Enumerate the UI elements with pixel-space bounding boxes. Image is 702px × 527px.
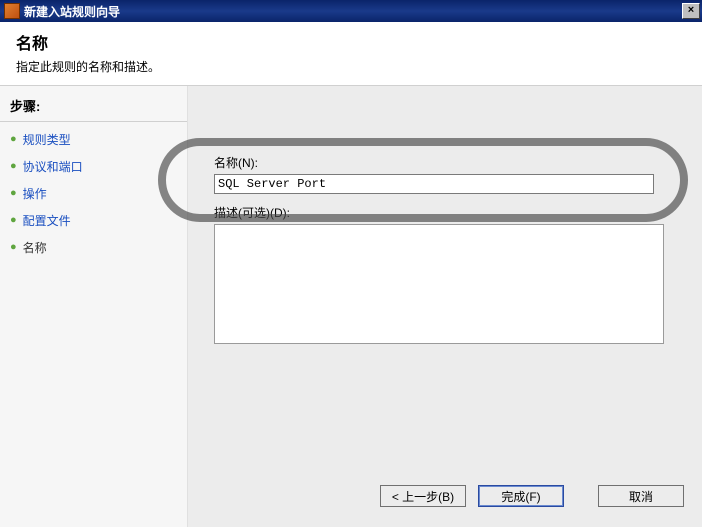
cancel-button[interactable]: 取消 bbox=[598, 485, 684, 507]
step-label: 规则类型 bbox=[23, 131, 71, 148]
sidebar-separator bbox=[0, 121, 187, 122]
step-profile[interactable]: ● 配置文件 bbox=[0, 207, 187, 234]
step-label: 协议和端口 bbox=[23, 158, 83, 175]
main-pane: 名称(N): 描述(可选)(D): < 上一步(B) 完成(F) 取消 bbox=[188, 86, 702, 527]
wizard-body: 步骤: ● 规则类型 ● 协议和端口 ● 操作 ● 配置文件 ● 名称 名称(N… bbox=[0, 86, 702, 527]
steps-heading: 步骤: bbox=[0, 90, 187, 121]
description-input[interactable] bbox=[214, 224, 664, 344]
bullet-icon: ● bbox=[10, 188, 17, 199]
step-rule-type[interactable]: ● 规则类型 bbox=[0, 126, 187, 153]
wizard-header: 名称 指定此规则的名称和描述。 bbox=[0, 22, 702, 86]
page-title: 名称 bbox=[16, 30, 686, 54]
step-name[interactable]: ● 名称 bbox=[0, 234, 187, 261]
step-label: 名称 bbox=[23, 239, 47, 256]
name-label: 名称(N): bbox=[214, 154, 676, 171]
steps-sidebar: 步骤: ● 规则类型 ● 协议和端口 ● 操作 ● 配置文件 ● 名称 bbox=[0, 86, 188, 527]
titlebar: 新建入站规则向导 × bbox=[0, 0, 702, 22]
wizard-button-bar: < 上一步(B) 完成(F) 取消 bbox=[380, 485, 684, 507]
step-protocol-ports[interactable]: ● 协议和端口 bbox=[0, 153, 187, 180]
step-label: 配置文件 bbox=[23, 212, 71, 229]
step-label: 操作 bbox=[23, 185, 47, 202]
bullet-icon: ● bbox=[10, 161, 17, 172]
back-button[interactable]: < 上一步(B) bbox=[380, 485, 466, 507]
bullet-icon: ● bbox=[10, 134, 17, 145]
bullet-icon: ● bbox=[10, 215, 17, 226]
page-subtitle: 指定此规则的名称和描述。 bbox=[16, 58, 686, 75]
name-input[interactable] bbox=[214, 174, 654, 194]
step-action[interactable]: ● 操作 bbox=[0, 180, 187, 207]
window-title: 新建入站规则向导 bbox=[24, 3, 120, 20]
description-label: 描述(可选)(D): bbox=[214, 204, 676, 221]
finish-button[interactable]: 完成(F) bbox=[478, 485, 564, 507]
bullet-icon: ● bbox=[10, 242, 17, 253]
app-icon bbox=[4, 3, 20, 19]
close-icon[interactable]: × bbox=[682, 3, 700, 19]
